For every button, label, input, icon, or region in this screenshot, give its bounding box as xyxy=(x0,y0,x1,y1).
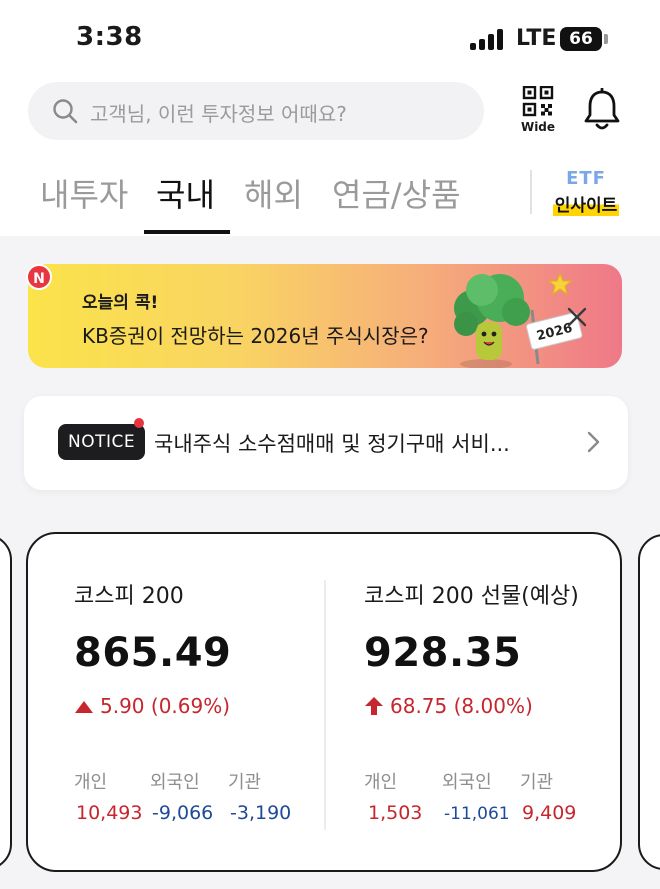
active-tab-indicator xyxy=(144,230,230,234)
notice-text: 국내주식 소수점매매 및 정기구매 서비... xyxy=(154,432,510,456)
up-arrow-icon xyxy=(365,697,383,715)
up-triangle-icon xyxy=(75,701,93,713)
investor-label-institution: 기관 xyxy=(520,772,554,793)
notice-badge: NOTICE xyxy=(58,424,146,460)
status-time: 3:38 xyxy=(76,22,143,52)
investor-value-individual: 1,503 xyxy=(368,802,423,824)
top-header: 3:38 LTE 66 고객님, 이런 투자정보 어때요? Wide 내투자 국… xyxy=(0,0,660,236)
battery-icon: 66 xyxy=(560,27,602,51)
investor-value-institution: 9,409 xyxy=(522,802,577,824)
insight-label: 인사이트 xyxy=(552,191,620,216)
index-change-value: 68.75 (8.00%) xyxy=(390,694,533,718)
search-bar[interactable]: 고객님, 이런 투자정보 어때요? xyxy=(28,82,484,140)
kospi200-panel[interactable]: 코스피 200 865.49 5.90 (0.69%) 개인 외국인 기관 10… xyxy=(74,534,364,864)
index-change-value: 5.90 (0.69%) xyxy=(100,694,231,718)
previous-market-card[interactable] xyxy=(0,534,12,870)
index-name: 코스피 200 선물(예상) xyxy=(364,584,579,609)
investor-value-foreign: -11,061 xyxy=(444,804,510,824)
qr-wide-button[interactable]: Wide xyxy=(518,85,558,136)
investor-label-institution: 기관 xyxy=(228,772,262,793)
qr-icon xyxy=(522,85,554,117)
banner-title: KB증권이 전망하는 2026년 주식시장은? xyxy=(82,324,429,348)
bell-icon[interactable] xyxy=(582,88,622,132)
qr-label: Wide xyxy=(520,120,556,134)
investor-label-foreign: 외국인 xyxy=(150,772,200,793)
investor-value-foreign: -9,066 xyxy=(152,802,214,824)
investor-label-foreign: 외국인 xyxy=(442,772,492,793)
etf-label: ETF xyxy=(566,168,606,189)
investor-value-institution: -3,190 xyxy=(230,802,292,824)
search-icon xyxy=(53,99,78,124)
tab-my-investment[interactable]: 내투자 xyxy=(40,170,128,216)
investor-label-individual: 개인 xyxy=(74,772,108,793)
index-value: 928.35 xyxy=(364,630,522,676)
investor-label-individual: 개인 xyxy=(364,772,398,793)
search-placeholder: 고객님, 이런 투자정보 어때요? xyxy=(90,102,347,126)
unread-dot xyxy=(134,418,144,428)
kospi200-futures-panel[interactable]: 코스피 200 선물(예상) 928.35 68.75 (8.00%) 개인 외… xyxy=(364,534,654,864)
promo-banner[interactable]: 오늘의 콕! KB증권이 전망하는 2026년 주식시장은? 2026 xyxy=(28,264,622,368)
index-value: 865.49 xyxy=(74,630,232,676)
battery-cap xyxy=(604,34,608,44)
new-badge: N xyxy=(26,264,52,290)
signal-icon xyxy=(470,28,508,50)
tab-divider xyxy=(530,170,532,214)
market-index-card[interactable]: 코스피 200 865.49 5.90 (0.69%) 개인 외국인 기관 10… xyxy=(26,532,622,872)
investor-value-individual: 10,493 xyxy=(76,802,143,824)
close-icon[interactable] xyxy=(566,306,588,328)
index-change: 68.75 (8.00%) xyxy=(364,694,533,718)
notice-bar[interactable]: NOTICE 국내주식 소수점매매 및 정기구매 서비... xyxy=(24,396,628,490)
etf-insight-button[interactable]: ETF 인사이트 xyxy=(546,168,626,216)
tree-mascot-illustration: 2026 xyxy=(454,272,583,368)
network-type: LTE xyxy=(516,26,557,51)
tab-overseas[interactable]: 해외 xyxy=(244,170,303,216)
index-name: 코스피 200 xyxy=(74,584,184,609)
banner-tag: 오늘의 콕! xyxy=(82,293,159,313)
tab-domestic[interactable]: 국내 xyxy=(156,170,215,216)
tab-pension-products[interactable]: 연금/상품 xyxy=(332,170,461,216)
index-change: 5.90 (0.69%) xyxy=(74,694,230,718)
chevron-right-icon xyxy=(587,431,600,453)
